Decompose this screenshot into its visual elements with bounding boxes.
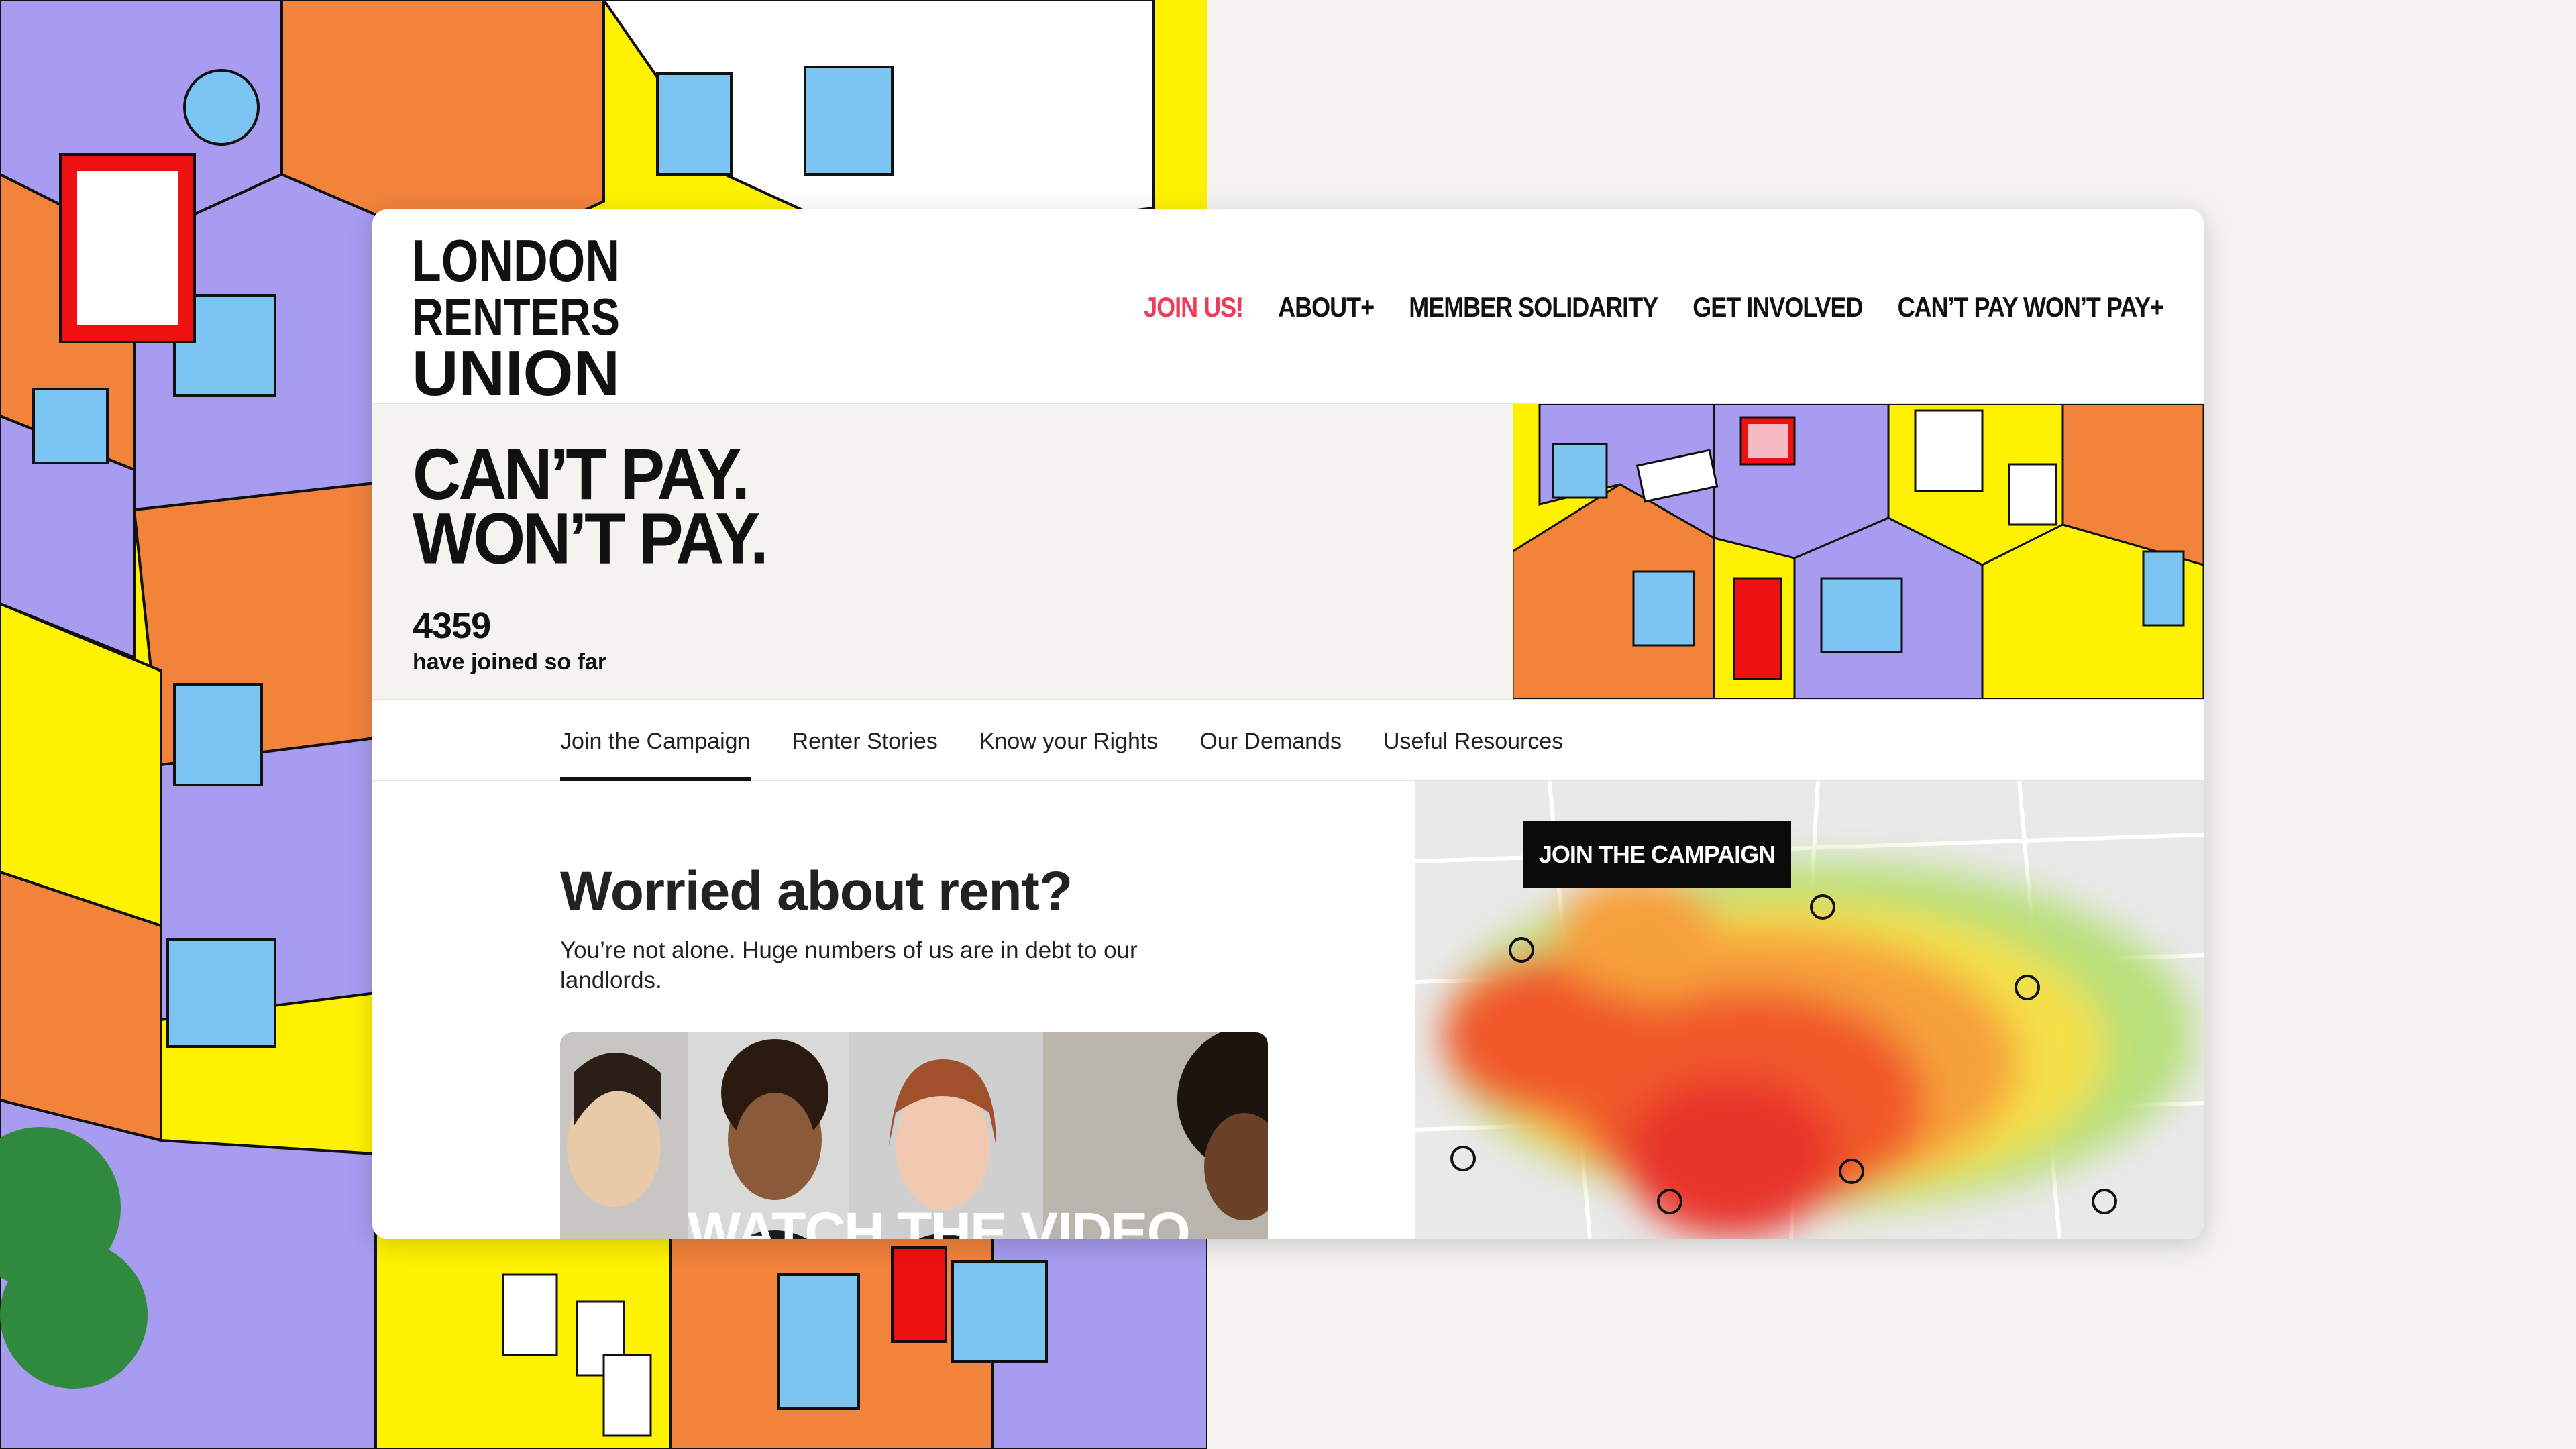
logo-line-union: UNION — [412, 337, 620, 400]
website-window: LONDON RENTERS UNION JOIN US! ABOUT+ MEM… — [372, 209, 2204, 1239]
logo-line-london: LONDON — [412, 227, 620, 294]
content-title: Worried about rent? — [560, 861, 1073, 922]
subnav-know-your-rights[interactable]: Know your Rights — [979, 700, 1158, 780]
video-thumbnail[interactable]: WATCH THE VIDEO — [560, 1032, 1268, 1239]
hero-title: CAN’T PAY. WON’T PAY. — [413, 434, 769, 580]
campaign-subnav: Join the Campaign Renter Stories Know yo… — [372, 699, 2204, 781]
nav-about[interactable]: ABOUT+ — [1278, 291, 1375, 323]
hero-title-line1: CAN’T PAY. — [413, 434, 750, 515]
video-caption: WATCH THE VIDEO — [688, 1201, 1191, 1239]
subnav-useful-resources[interactable]: Useful Resources — [1383, 700, 1563, 780]
member-count: 4359 — [413, 606, 491, 646]
site-logo[interactable]: LONDON RENTERS UNION — [409, 219, 624, 409]
nav-get-involved[interactable]: GET INVOLVED — [1693, 291, 1863, 323]
content-text: You’re not alone. Huge numbers of us are… — [560, 937, 1138, 994]
campaign-content: Worried about rent? You’re not alone. Hu… — [372, 781, 1415, 1239]
subnav-join-the-campaign[interactable]: Join the Campaign — [560, 700, 751, 781]
nav-member-solidarity[interactable]: MEMBER SOLIDARITY — [1409, 291, 1658, 323]
subnav-renter-stories[interactable]: Renter Stories — [792, 700, 938, 780]
join-campaign-button[interactable]: JOIN THE CAMPAIGN — [1523, 821, 1791, 888]
site-header: LONDON RENTERS UNION JOIN US! ABOUT+ MEM… — [372, 209, 2204, 409]
hero-illustration — [1513, 404, 2204, 699]
nav-cant-pay-wont-pay[interactable]: CAN’T PAY WON’T PAY+ — [1898, 291, 2164, 323]
member-count-label: have joined so far — [413, 649, 607, 675]
hero-section: CAN’T PAY. WON’T PAY. 4359 have joined s… — [372, 404, 2204, 699]
nav-join-us[interactable]: JOIN US! — [1144, 291, 1244, 323]
member-counter: 4359 have joined so far — [413, 605, 606, 676]
main-nav: JOIN US! ABOUT+ MEMBER SOLIDARITY GET IN… — [1144, 291, 2164, 323]
hero-title-line2: WON’T PAY. — [413, 498, 769, 580]
subnav-our-demands[interactable]: Our Demands — [1199, 700, 1342, 780]
